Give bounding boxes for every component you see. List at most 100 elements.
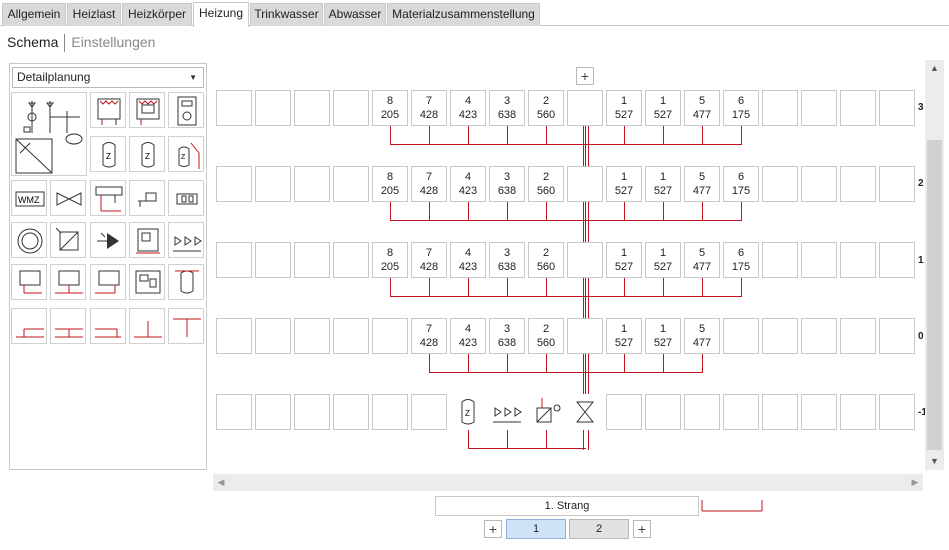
mixer-valve-icon[interactable] bbox=[528, 394, 564, 430]
control-unit-icon[interactable] bbox=[129, 222, 165, 258]
empty-schema-cell[interactable] bbox=[801, 166, 837, 202]
empty-schema-cell[interactable] bbox=[216, 90, 252, 126]
radiator-cell[interactable]: 3 638 bbox=[489, 242, 525, 278]
radiator-cell[interactable]: 7 428 bbox=[411, 242, 447, 278]
empty-schema-cell[interactable] bbox=[801, 90, 837, 126]
radiator-icon[interactable] bbox=[90, 92, 126, 128]
radiator-cell[interactable]: 1 527 bbox=[645, 318, 681, 354]
empty-schema-cell[interactable] bbox=[567, 318, 603, 354]
empty-schema-cell[interactable] bbox=[255, 242, 291, 278]
storage-tank-2-icon[interactable]: Z bbox=[129, 136, 165, 172]
empty-schema-cell[interactable] bbox=[762, 90, 798, 126]
empty-schema-cell[interactable] bbox=[294, 242, 330, 278]
solar-tank-icon[interactable]: Z bbox=[168, 136, 204, 172]
empty-schema-cell[interactable] bbox=[879, 318, 915, 354]
tab-heizkoerper[interactable]: Heizkörper bbox=[122, 3, 192, 26]
radiator-cell[interactable]: 2 560 bbox=[528, 166, 564, 202]
distributor-icon[interactable] bbox=[90, 180, 126, 216]
pipe-tee-up-icon[interactable] bbox=[129, 308, 165, 344]
radiator-cell[interactable]: 2 560 bbox=[528, 318, 564, 354]
empty-schema-cell[interactable] bbox=[879, 90, 915, 126]
valve-group-icon[interactable] bbox=[168, 222, 204, 258]
empty-schema-cell[interactable] bbox=[567, 242, 603, 278]
page-tab-2[interactable]: 2 bbox=[569, 519, 629, 539]
radiator-control-icon[interactable] bbox=[129, 92, 165, 128]
subnav-einstellungen[interactable]: Einstellungen bbox=[71, 34, 155, 50]
empty-schema-cell[interactable] bbox=[333, 166, 369, 202]
radiator-cell[interactable]: 3 638 bbox=[489, 166, 525, 202]
empty-schema-cell[interactable] bbox=[762, 318, 798, 354]
pipe-tee-down-icon[interactable] bbox=[168, 308, 204, 344]
radiator-cell[interactable]: 4 423 bbox=[450, 166, 486, 202]
tab-allgemein[interactable]: Allgemein bbox=[2, 3, 66, 26]
empty-schema-cell[interactable] bbox=[333, 394, 369, 430]
empty-schema-cell[interactable] bbox=[216, 318, 252, 354]
radiator-cell[interactable]: 5 477 bbox=[684, 318, 720, 354]
scrollbar-thumb[interactable] bbox=[927, 140, 942, 450]
radiator-cell[interactable]: 1 527 bbox=[606, 90, 642, 126]
empty-schema-cell[interactable] bbox=[294, 166, 330, 202]
add-page-left-button[interactable]: + bbox=[484, 520, 502, 538]
empty-schema-cell[interactable] bbox=[879, 394, 915, 430]
tank-small-icon[interactable] bbox=[168, 264, 204, 300]
radiator-cell[interactable]: 4 423 bbox=[450, 90, 486, 126]
empty-schema-cell[interactable] bbox=[762, 394, 798, 430]
radiator-cell[interactable]: 1 527 bbox=[645, 90, 681, 126]
radiator-cell[interactable]: 6 175 bbox=[723, 90, 759, 126]
radiator-cell[interactable]: 4 423 bbox=[450, 318, 486, 354]
radiator-cell[interactable]: 8 205 bbox=[372, 166, 408, 202]
empty-schema-cell[interactable] bbox=[333, 318, 369, 354]
pipe-double-icon[interactable] bbox=[50, 308, 86, 344]
empty-schema-cell[interactable] bbox=[684, 394, 720, 430]
empty-schema-cell[interactable] bbox=[801, 318, 837, 354]
empty-schema-cell[interactable] bbox=[294, 90, 330, 126]
radiator-down-icon[interactable] bbox=[11, 264, 47, 300]
valve-icon[interactable] bbox=[567, 394, 603, 430]
heating-system-overview-icon[interactable] bbox=[11, 92, 87, 176]
valve-icon[interactable] bbox=[50, 180, 86, 216]
fitting-icon[interactable] bbox=[168, 180, 204, 216]
scroll-up-icon[interactable]: ▲ bbox=[925, 60, 944, 77]
pipe-left-icon[interactable] bbox=[11, 308, 47, 344]
page-tab-1[interactable]: 1 bbox=[506, 519, 566, 539]
planning-mode-dropdown[interactable]: Detailplanung ▼ bbox=[12, 67, 204, 88]
control-panel-icon[interactable] bbox=[129, 264, 165, 300]
pipe-right-icon[interactable] bbox=[90, 308, 126, 344]
empty-schema-cell[interactable] bbox=[411, 394, 447, 430]
radiator-cell[interactable]: 1 527 bbox=[606, 318, 642, 354]
circle-pump-icon[interactable] bbox=[11, 222, 47, 258]
radiator-cell[interactable]: 7 428 bbox=[411, 90, 447, 126]
tab-trinkwasser[interactable]: Trinkwasser bbox=[250, 3, 323, 26]
radiator-right-icon[interactable] bbox=[90, 264, 126, 300]
scroll-right-icon[interactable]: ▶ bbox=[907, 474, 923, 491]
pump-icon[interactable] bbox=[90, 222, 126, 258]
mixer-valve-icon[interactable] bbox=[50, 222, 86, 258]
radiator-cell[interactable]: 8 205 bbox=[372, 242, 408, 278]
storage-tank-icon[interactable]: Z bbox=[450, 394, 486, 430]
radiator-cell[interactable]: 1 527 bbox=[645, 166, 681, 202]
empty-schema-cell[interactable] bbox=[372, 318, 408, 354]
empty-schema-cell[interactable] bbox=[255, 90, 291, 126]
add-column-button[interactable]: + bbox=[576, 67, 594, 85]
empty-schema-cell[interactable] bbox=[840, 318, 876, 354]
boiler-control-icon[interactable] bbox=[168, 92, 204, 128]
radiator-cell[interactable]: 1 527 bbox=[645, 242, 681, 278]
empty-schema-cell[interactable] bbox=[333, 90, 369, 126]
empty-schema-cell[interactable] bbox=[801, 394, 837, 430]
empty-schema-cell[interactable] bbox=[762, 166, 798, 202]
empty-schema-cell[interactable] bbox=[801, 242, 837, 278]
empty-schema-cell[interactable] bbox=[255, 318, 291, 354]
radiator-cell[interactable]: 2 560 bbox=[528, 90, 564, 126]
radiator-cell[interactable]: 6 175 bbox=[723, 166, 759, 202]
vertical-scrollbar[interactable]: ▲ ▼ bbox=[925, 60, 944, 470]
tab-abwasser[interactable]: Abwasser bbox=[324, 3, 386, 26]
storage-tank-icon[interactable]: Z bbox=[90, 136, 126, 172]
empty-schema-cell[interactable] bbox=[879, 166, 915, 202]
radiator-cell[interactable]: 7 428 bbox=[411, 318, 447, 354]
empty-schema-cell[interactable] bbox=[723, 318, 759, 354]
empty-schema-cell[interactable] bbox=[294, 394, 330, 430]
subnav-schema[interactable]: Schema bbox=[7, 34, 58, 50]
tab-heizlast[interactable]: Heizlast bbox=[67, 3, 121, 26]
radiator-cell[interactable]: 6 175 bbox=[723, 242, 759, 278]
radiator-tee-icon[interactable] bbox=[50, 264, 86, 300]
